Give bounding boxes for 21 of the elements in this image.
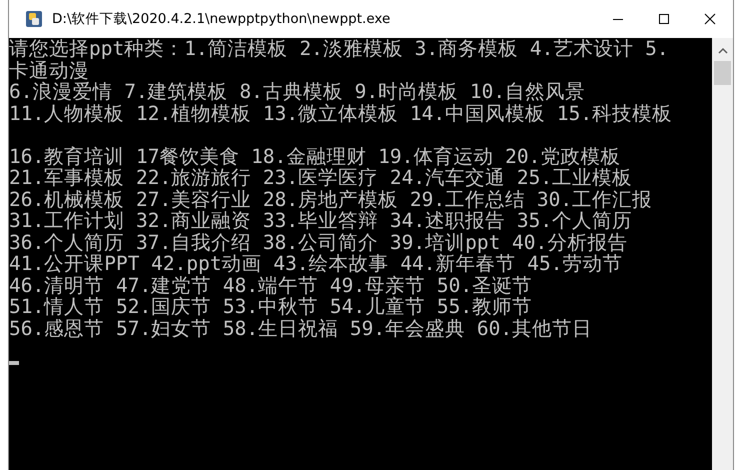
scroll-up-icon[interactable] [718, 47, 728, 54]
console-line: 6.浪漫爱情 7.建筑模板 8.古典模板 9.时尚模板 10.自然风景 [9, 81, 586, 102]
python-app-icon [25, 10, 43, 28]
console-line: 11.人物模板 12.植物模板 13.微立体模板 14.中国风模板 15.科技模板 [9, 102, 672, 124]
console-line: 21.军事模板 22.旅游旅行 23.医学医疗 24.汽车交通 25.工业模板 [9, 167, 632, 188]
maximize-icon [658, 13, 670, 25]
console-line: 请您选择ppt种类：1.简洁模板 2.淡雅模板 3.商务模板 4.艺术设计 5. [9, 38, 669, 60]
scrollbar-thumb[interactable] [714, 61, 731, 85]
scrollbar[interactable] [712, 38, 733, 470]
window-title: D:\软件下载\2020.4.2.1\newpptpython\newppt.exe [52, 10, 390, 28]
console-line: 51.情人节 52.国庆节 53.中秋节 54.儿童节 55.教师节 [9, 296, 532, 318]
console-line: 41.公开课PPT 42.ppt动画 43.绘本故事 44.新年春节 45.劳动节 [9, 253, 622, 274]
console-line: 36.个人简历 37.自我介绍 38.公司简介 39.培训ppt 40.分析报告 [9, 232, 628, 253]
console-line: 26.机械模板 27.美容行业 28.房地产模板 29.工作总结 30.工作汇报 [9, 188, 652, 210]
close-icon [704, 13, 716, 25]
console-line: 56.感恩节 57.妇女节 58.生日祝福 59.年会盛典 60.其他节日 [9, 318, 592, 339]
console-line: 16.教育培训 17餐饮美食 18.金融理财 19.体育运动 20.党政模板 [9, 146, 620, 167]
console-line: 31.工作计划 32.商业融资 33.毕业答辩 34.述职报告 35.个人简历 [9, 210, 632, 232]
console-line: 46.清明节 47.建党节 48.端午节 49.母亲节 50.圣诞节 [9, 274, 532, 296]
console-line: 卡通动漫 [9, 60, 89, 81]
text-cursor [9, 360, 19, 364]
